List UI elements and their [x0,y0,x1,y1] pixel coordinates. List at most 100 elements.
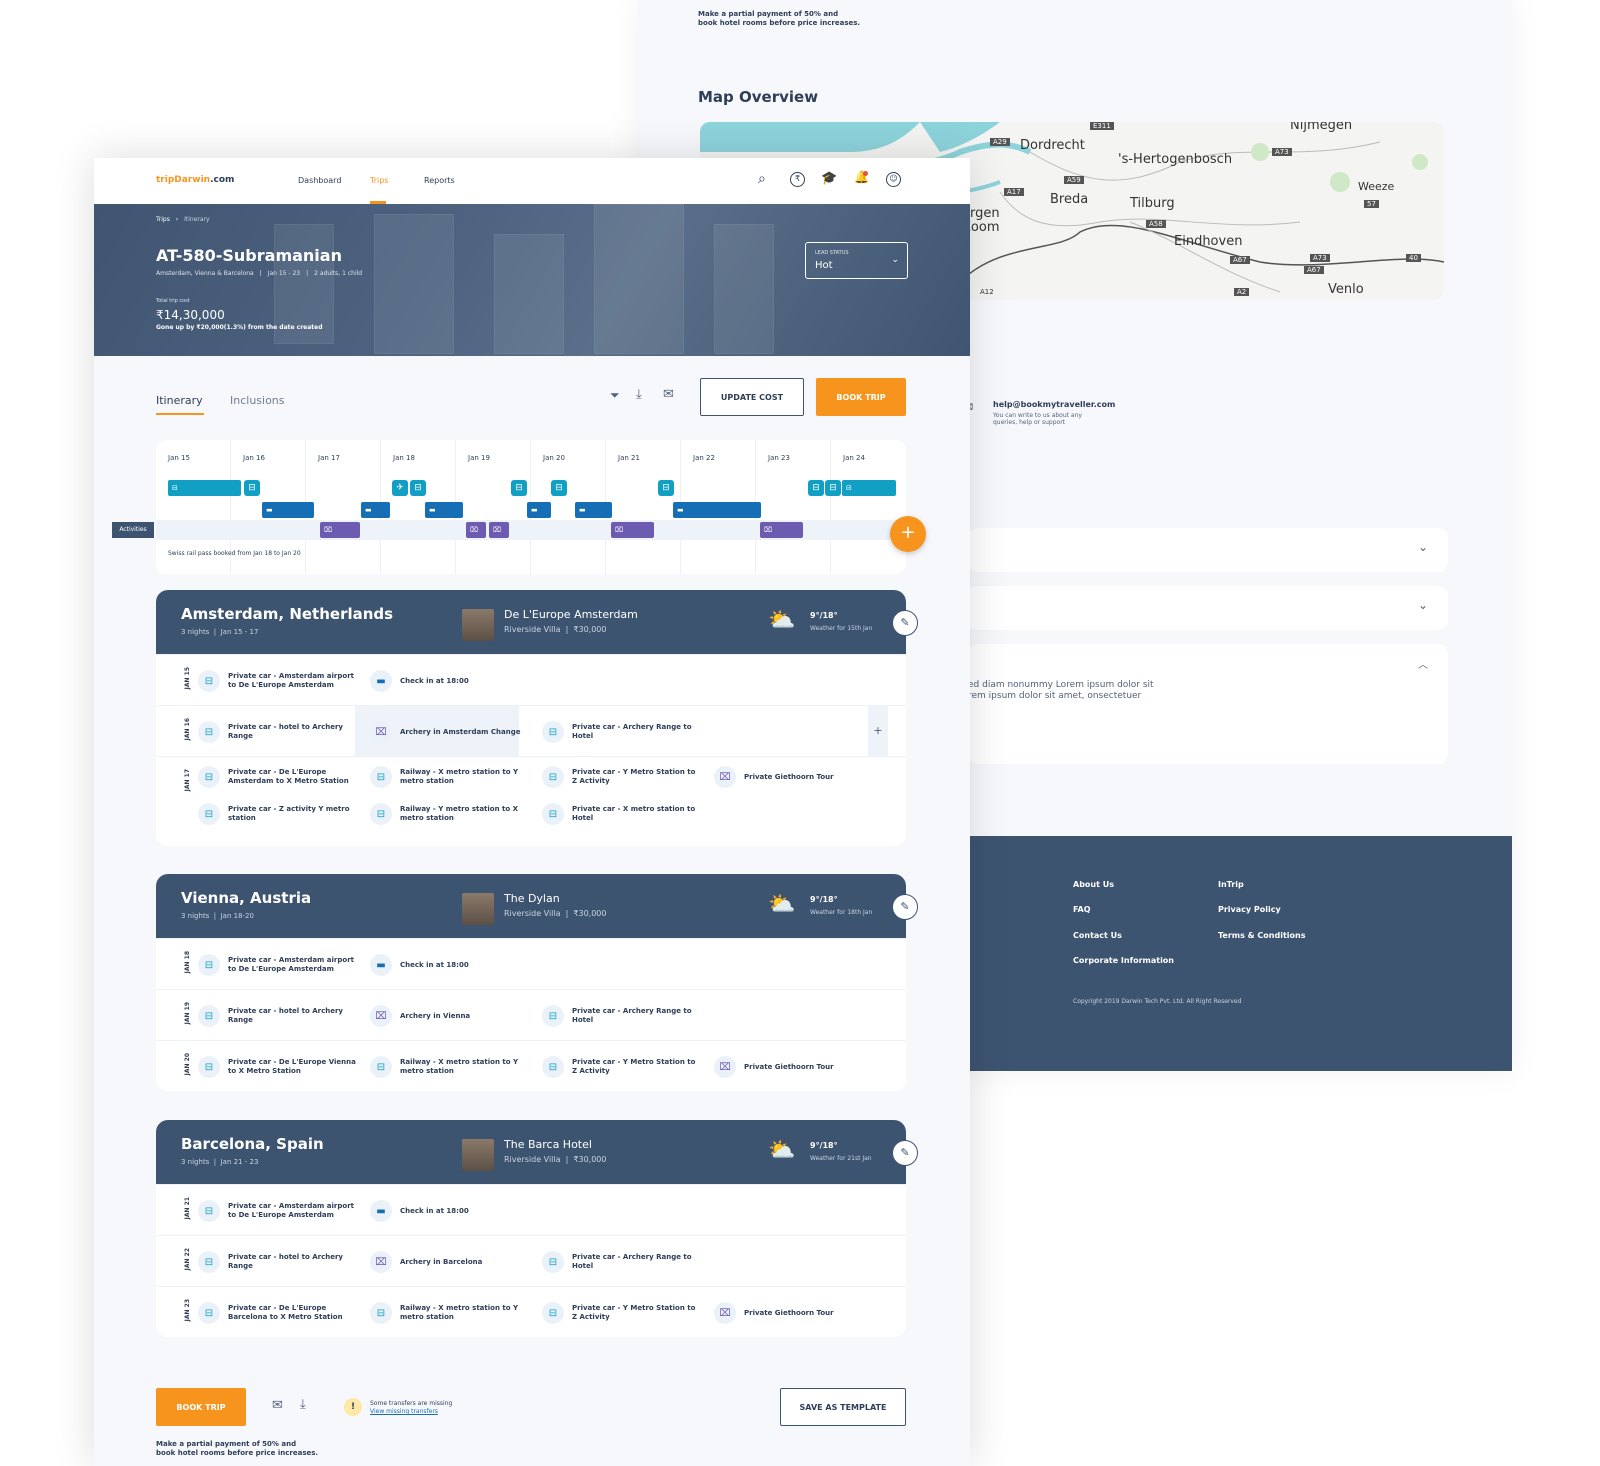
itinerary-item[interactable]: ⊟ Private car - hotel to Archery Range [198,718,358,746]
view-missing-transfers-link[interactable]: View missing transfers [370,1408,438,1415]
row-date: JAN 23 [184,1299,191,1322]
footer-link[interactable]: About Us [1073,880,1114,889]
add-item-button[interactable]: + [868,706,888,756]
city-name: Vienna, Austria [181,889,312,907]
car-icon[interactable]: ⊟ [825,480,841,496]
email-icon[interactable]: ✉ [272,1398,283,1413]
train-icon[interactable]: ⊟ [658,480,674,496]
itinerary-item[interactable]: ▬ Check in at 18:00 [370,951,530,979]
car-icon[interactable]: ⊟ [808,480,824,496]
car-icon: ⊟ [370,803,392,825]
itinerary-item[interactable]: ⌧ Private Giethoorn Tour [714,763,874,791]
hotel-stay-bar[interactable]: ▬ [673,502,761,518]
itinerary-item[interactable]: ⊟ Private car - Amsterdam airport to De … [198,1197,358,1225]
itinerary-item[interactable]: ⊟ Railway - X metro station to Y metro s… [370,1053,530,1081]
itinerary-item[interactable]: ⊟ Railway - X metro station to Y metro s… [370,1299,530,1327]
itinerary-item[interactable]: ⊟ Private car - Amsterdam airport to De … [198,951,358,979]
itinerary-item[interactable]: ⊟ Private car - X metro station to Hotel [542,800,702,828]
itinerary-item[interactable]: ⊟ Private car - De L'Europe Vienna to X … [198,1053,358,1081]
meta-divider: | [259,270,262,277]
itinerary-item[interactable]: ⊟ Railway - Y metro station to X metro s… [370,800,530,828]
itinerary-item[interactable]: ⊟ Private car - hotel to Archery Range [198,1002,358,1030]
footer-link[interactable]: FAQ [1073,905,1091,914]
map-label: Nijmegen [1290,122,1353,133]
itinerary-item[interactable]: ⊟ Private car - Amsterdam airport to De … [198,667,358,695]
book-trip-button-bottom[interactable]: BOOK TRIP [156,1388,246,1426]
footer-link[interactable]: Contact Us [1073,931,1122,940]
activity-bar[interactable]: ⌧ [760,522,803,538]
edit-icon[interactable]: ✎ [892,894,918,920]
itinerary-item[interactable]: ⊟ Private car - De L'Europe Amsterdam to… [198,763,358,791]
transfer-bar[interactable]: ⊟ [842,480,896,496]
breadcrumb-trips[interactable]: Trips [156,216,170,223]
activity-bar[interactable]: ⌧ [611,522,654,538]
update-cost-button[interactable]: UPDATE COST [700,378,804,416]
hotel-stay-bar[interactable]: ▬ [361,502,390,518]
book-trip-button[interactable]: BOOK TRIP [816,378,906,416]
city-dates: Jan 18-20 [220,912,254,920]
tag-icon[interactable]: ⏷ [610,388,620,403]
itinerary-item[interactable]: ▬ Check in at 18:00 [370,667,530,695]
itinerary-item[interactable]: ⌧ Archery in Amsterdam Change [370,718,530,746]
transfer-bar[interactable]: ⊟ [168,480,241,496]
edit-icon[interactable]: ✎ [892,1140,918,1166]
activity-bar[interactable]: ⌧ [320,522,360,538]
train-icon[interactable]: ⊟ [551,480,567,496]
itinerary-item[interactable]: ⊟ Private car - hotel to Archery Range [198,1248,358,1276]
itinerary-item[interactable]: ⊟ Railway - X metro station to Y metro s… [370,763,530,791]
car-icon[interactable]: ⊟ [511,480,527,496]
download-icon[interactable]: ⤓ [300,1397,306,1412]
nav-link-reports[interactable]: Reports [424,176,455,185]
faq-accordion-item[interactable]: ⌄ [968,586,1448,630]
footer-link[interactable]: Privacy Policy [1218,905,1281,914]
itinerary-item[interactable]: ⌧ Archery in Vienna [370,1002,530,1030]
user-avatar-icon[interactable]: ☺ [886,172,901,187]
itinerary-item[interactable]: ⊟ Private car - Archery Range to Hotel [542,718,702,746]
logo[interactable]: tripDarwin.com [156,175,234,185]
itinerary-item[interactable]: ⊟ Private car - De L'Europe Barcelona to… [198,1299,358,1327]
nav-link-dashboard[interactable]: Dashboard [298,176,341,185]
itinerary-item[interactable]: ⌧ Archery in Barcelona [370,1248,530,1276]
chevron-up-icon: ︿ [1418,660,1428,671]
download-icon[interactable]: ⤓ [636,387,642,402]
lead-status-select[interactable]: LEAD STATUS Hot ⌄ [805,242,908,279]
hotel-name[interactable]: The Dylan [504,892,560,905]
graduation-cap-icon[interactable]: 🎓 [821,171,837,186]
nav-link-trips[interactable]: Trips [370,176,388,185]
flight-icon[interactable]: ✈ [392,480,408,496]
car-icon[interactable]: ⊟ [244,480,260,496]
itinerary-item[interactable]: ⊟ Private car - Y Metro Station to Z Act… [542,763,702,791]
tab-inclusions[interactable]: Inclusions [230,394,285,407]
activity-bar[interactable]: ⌧ [489,522,509,538]
footer-link[interactable]: Terms & Conditions [1218,931,1305,940]
edit-icon[interactable]: ✎ [892,610,918,636]
hotel-name[interactable]: De L'Europe Amsterdam [504,608,638,621]
currency-icon[interactable]: ₹ [790,172,805,187]
car-icon[interactable]: ⊟ [410,480,426,496]
itinerary-item[interactable]: ⊟ Private car - Y Metro Station to Z Act… [542,1299,702,1327]
email-icon[interactable]: ✉ [663,387,674,402]
itinerary-item[interactable]: ⊟ Private car - Archery Range to Hotel [542,1002,702,1030]
hero-backdrop [714,224,774,354]
search-icon[interactable]: ⌕ [758,171,766,187]
hotel-stay-bar[interactable]: ▬ [425,502,463,518]
itinerary-item[interactable]: ⊟ Private car - Y Metro Station to Z Act… [542,1053,702,1081]
itinerary-item[interactable]: ⊟ Private car - Z activity Y metro stati… [198,800,358,828]
hotel-stay-bar[interactable]: ▬ [262,502,314,518]
footer-link[interactable]: Corporate Information [1073,956,1174,965]
tab-itinerary[interactable]: Itinerary [156,394,203,407]
hotel-name[interactable]: The Barca Hotel [504,1138,592,1151]
faq-accordion-item-open[interactable]: ︿ ed diam nonummy Lorem ipsum dolor sit … [968,644,1448,764]
hotel-stay-bar[interactable]: ▬ [575,502,612,518]
save-as-template-button[interactable]: SAVE AS TEMPLATE [780,1388,906,1426]
itinerary-item[interactable]: ⊟ Private car - Archery Range to Hotel [542,1248,702,1276]
itinerary-item[interactable]: ⌧ Private Giethoorn Tour [714,1053,874,1081]
faq-accordion-item[interactable]: ⌄ [968,528,1448,572]
activity-bar[interactable]: ⌧ [466,522,486,538]
itinerary-item[interactable]: ▬ Check in at 18:00 [370,1197,530,1225]
itinerary-item[interactable]: ⌧ Private Giethoorn Tour [714,1299,874,1327]
footer-link[interactable]: InTrip [1218,880,1244,889]
help-email[interactable]: help@bookmytraveller.com [993,400,1115,409]
add-fab-button[interactable]: + [890,516,926,552]
hotel-stay-bar[interactable]: ▬ [527,502,551,518]
